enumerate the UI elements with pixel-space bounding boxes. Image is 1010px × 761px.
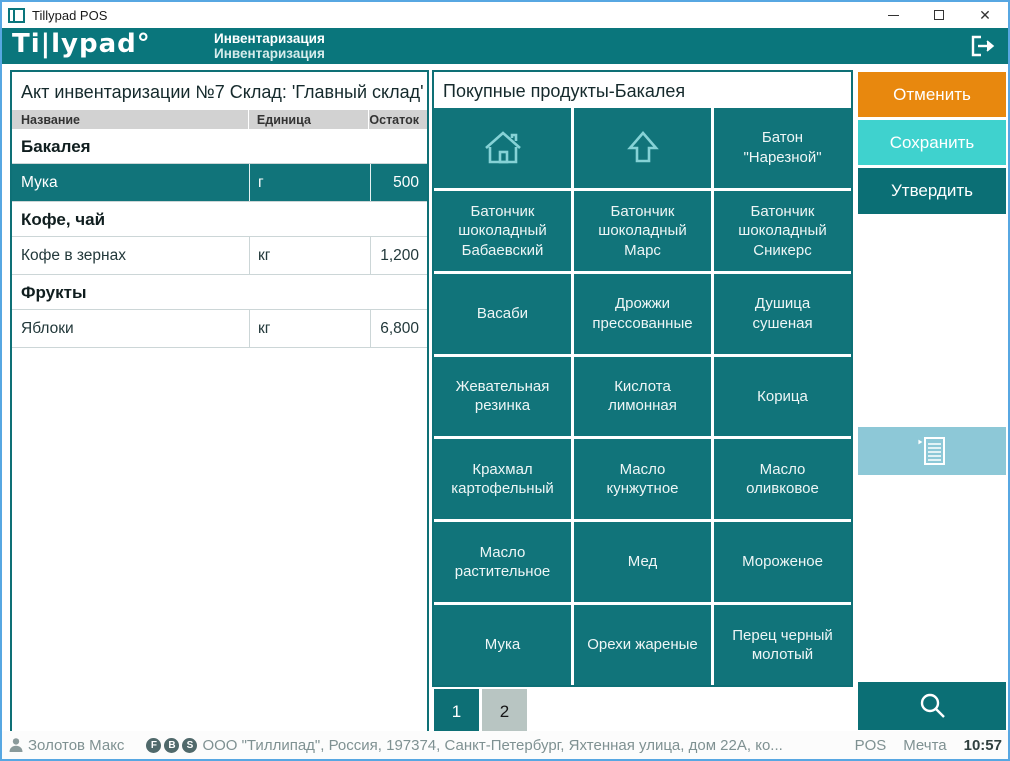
- products-grid: Батон "Нарезной" Батончик шоколадный Баб…: [434, 108, 851, 685]
- status-bar: Золотов Макс F B S ООО "Тиллипад", Росси…: [2, 731, 1008, 759]
- column-header-unit: Единица: [248, 110, 368, 129]
- product-button[interactable]: Батон "Нарезной": [714, 108, 851, 188]
- document-list-button[interactable]: [858, 427, 1006, 475]
- title-bar: Tillypad POS ✕: [2, 2, 1008, 28]
- company-info: ООО "Тиллипад", Россия, 197374, Санкт-Пе…: [202, 737, 854, 754]
- minimize-button[interactable]: [870, 2, 916, 28]
- product-button[interactable]: Батончик шоколадный Бабаевский: [434, 191, 571, 271]
- cell-unit: г: [249, 164, 370, 201]
- inventory-panel: Акт инвентаризации №7 Склад: 'Главный ск…: [10, 70, 429, 733]
- product-button[interactable]: Васаби: [434, 274, 571, 354]
- product-button[interactable]: Батончик шоколадный Марс: [574, 191, 711, 271]
- maximize-button[interactable]: [916, 2, 962, 28]
- cell-name: Кофе в зернах: [12, 237, 249, 274]
- maximize-icon: [934, 10, 944, 20]
- app-icon: [8, 8, 25, 23]
- column-header-qty: Остаток: [368, 110, 427, 129]
- product-button[interactable]: Кислота лимонная: [574, 357, 711, 437]
- products-title: Покупные продукты-Бакалея: [434, 72, 851, 108]
- column-header-name: Название: [12, 113, 248, 127]
- page-up-button[interactable]: [574, 108, 711, 188]
- server-indicator-icon: S: [182, 738, 197, 753]
- inventory-title: Акт инвентаризации №7 Склад: 'Главный ск…: [12, 72, 427, 110]
- station-name: Мечта: [903, 737, 946, 754]
- arrow-up-icon: [623, 128, 663, 168]
- breadcrumb: Инвентаризация Инвентаризация: [214, 31, 325, 61]
- category-row[interactable]: Фрукты: [12, 275, 427, 310]
- search-button[interactable]: [858, 682, 1006, 730]
- save-button[interactable]: Сохранить: [858, 120, 1006, 165]
- cell-name: Яблоки: [12, 310, 249, 347]
- table-row[interactable]: Кофе в зернах кг 1,200: [12, 237, 427, 275]
- product-button[interactable]: Корица: [714, 357, 851, 437]
- status-right: POS Мечта 10:57: [855, 737, 1002, 754]
- product-button[interactable]: Крахмал картофельный: [434, 439, 571, 519]
- close-icon: ✕: [979, 7, 991, 24]
- approve-button[interactable]: Утвердить: [858, 168, 1006, 214]
- product-button[interactable]: Батончик шоколадный Сникерс: [714, 191, 851, 271]
- product-button[interactable]: Мед: [574, 522, 711, 602]
- product-button[interactable]: Перец черный молотый: [714, 605, 851, 685]
- fiscal-indicator-icon: F: [146, 738, 161, 753]
- logout-button[interactable]: [966, 32, 1000, 60]
- user-name: Золотов Макс: [28, 737, 124, 754]
- category-row[interactable]: Кофе, чай: [12, 202, 427, 237]
- product-button[interactable]: Душица сушеная: [714, 274, 851, 354]
- cell-name: Мука: [12, 164, 249, 201]
- products-panel: Покупные продукты-Бакалея Батон "Нарезно…: [432, 70, 853, 687]
- status-indicators: F B S: [146, 738, 197, 753]
- product-button[interactable]: Масло оливковое: [714, 439, 851, 519]
- app-mode: POS: [855, 737, 887, 754]
- product-button[interactable]: Жевательная резинка: [434, 357, 571, 437]
- table-header: Название Единица Остаток: [12, 110, 427, 129]
- close-button[interactable]: ✕: [962, 2, 1008, 28]
- user-icon: [8, 737, 24, 753]
- product-button[interactable]: Орехи жареные: [574, 605, 711, 685]
- breadcrumb-section: Инвентаризация: [214, 31, 325, 46]
- cell-qty: 1,200: [370, 237, 427, 274]
- cell-qty: 6,800: [370, 310, 427, 347]
- window-controls: ✕: [870, 2, 1008, 28]
- cell-unit: кг: [249, 310, 370, 347]
- backup-indicator-icon: B: [164, 738, 179, 753]
- minimize-icon: [888, 15, 899, 16]
- clock: 10:57: [964, 737, 1002, 754]
- cell-unit: кг: [249, 237, 370, 274]
- breadcrumb-subsection: Инвентаризация: [214, 46, 325, 61]
- table-row-selected[interactable]: Мука г 500: [12, 164, 427, 202]
- product-button[interactable]: Мороженое: [714, 522, 851, 602]
- search-icon: [916, 690, 948, 722]
- app-window: Tillypad POS ✕ Ti|lypad° Инвентаризация …: [0, 0, 1010, 761]
- document-list-icon: [915, 435, 949, 467]
- product-button[interactable]: Мука: [434, 605, 571, 685]
- product-button[interactable]: Масло растительное: [434, 522, 571, 602]
- category-row[interactable]: Бакалея: [12, 129, 427, 164]
- table-row[interactable]: Яблоки кг 6,800: [12, 310, 427, 348]
- home-button[interactable]: [434, 108, 571, 188]
- cancel-button[interactable]: Отменить: [858, 72, 1006, 117]
- window-title: Tillypad POS: [32, 8, 107, 23]
- home-icon: [480, 129, 526, 167]
- logout-icon: [969, 34, 997, 58]
- page-button-1[interactable]: 1: [434, 689, 479, 734]
- tillypad-logo: Ti|lypad°: [12, 29, 151, 59]
- product-button[interactable]: Масло кунжутное: [574, 439, 711, 519]
- page-button-2[interactable]: 2: [482, 689, 527, 734]
- app-header: Ti|lypad° Инвентаризация Инвентаризация: [2, 28, 1008, 64]
- cell-qty: 500: [370, 164, 427, 201]
- product-button[interactable]: Дрожжи прессованные: [574, 274, 711, 354]
- current-user: Золотов Макс: [8, 737, 124, 754]
- grid-pagination: 1 2: [434, 689, 527, 734]
